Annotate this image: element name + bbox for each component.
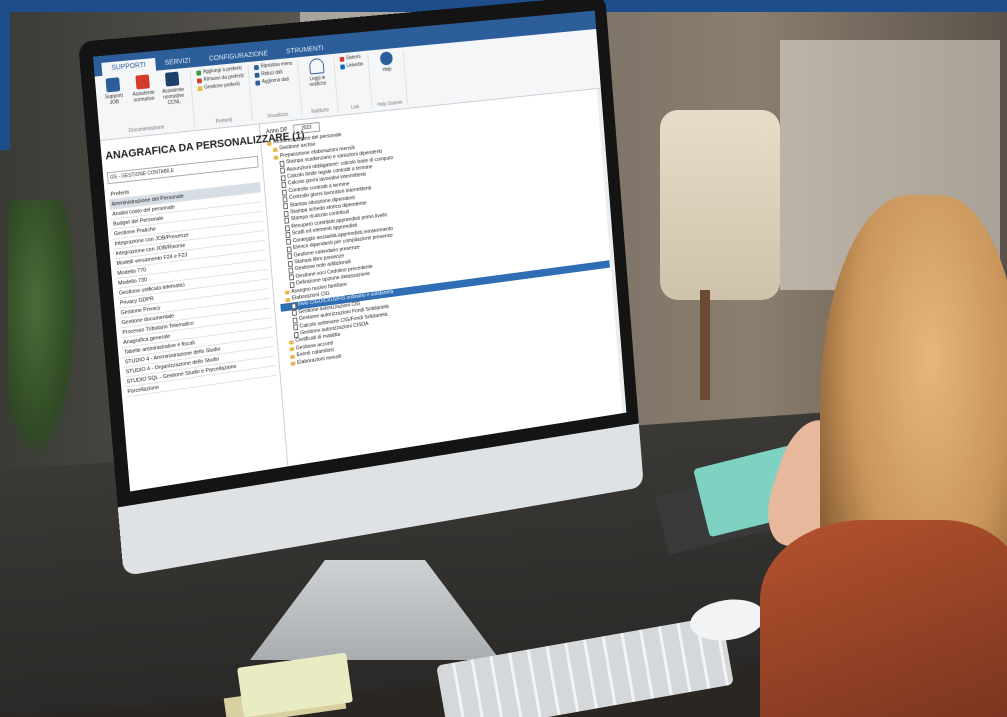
document-icon [283, 203, 289, 210]
group-label: Notifiche [311, 107, 330, 116]
assistente-ccnl-button[interactable]: Assistente normative CCNL [158, 71, 187, 107]
supporti-job-button[interactable]: Supporti JOB [99, 77, 129, 113]
document-icon [291, 303, 297, 310]
group-label: Preferiti [215, 117, 233, 125]
plus-icon [196, 69, 202, 76]
folder-icon [288, 340, 294, 345]
document-icon [280, 174, 286, 182]
document-icon [283, 210, 289, 217]
group-visualizza: Ripristina menu Riduci dati Aggiorna dat… [253, 60, 303, 121]
document-icon [279, 160, 285, 167]
group-label: Link [350, 104, 360, 111]
help-button[interactable]: Help [373, 51, 399, 74]
sistemi-logo-icon [339, 56, 345, 62]
pdf-icon [135, 74, 150, 90]
document-icon [282, 196, 288, 203]
refresh-data-button[interactable]: Aggiorna dati [255, 76, 294, 86]
function-tree: Amministrazione del personale Gestione ar… [266, 105, 615, 369]
document-icon [291, 310, 297, 317]
folder-icon [273, 155, 279, 160]
star-icon [197, 85, 203, 91]
document-icon [286, 239, 292, 246]
chair [660, 110, 780, 300]
folder-icon [284, 290, 290, 295]
monitor: SUPPORTI SERVIZI CONFIGURAZIONE STRUMENT… [78, 0, 655, 596]
help-icon [379, 51, 393, 66]
document-icon [292, 317, 298, 324]
document-icon [280, 167, 286, 175]
group-label: Help Sistemi [377, 99, 403, 109]
document-icon [286, 246, 292, 253]
year-label: Anno DF [265, 127, 288, 136]
folder-icon [290, 354, 295, 360]
book-icon [105, 77, 121, 93]
folder-icon [285, 297, 291, 303]
linkedin-link[interactable]: LinkedIn [339, 62, 364, 70]
refresh-icon [255, 79, 261, 86]
document-icon [293, 324, 299, 331]
left-panel: ANAGRAFICA DA PERSONALIZZARE (1) GS - GE… [100, 124, 305, 492]
group-help: Help Help Sistemi [373, 50, 408, 109]
document-icon [285, 231, 291, 239]
year-input[interactable]: 2023 [292, 121, 321, 135]
collapse-icon [254, 72, 260, 78]
assistente-normative-button[interactable]: Assistente normative [129, 74, 159, 110]
menu-icon [253, 64, 259, 70]
group-documentazione: Supporti JOB Assistente normative Assist… [98, 70, 196, 137]
group-notifiche: Leggi le notifiche Notifiche [303, 56, 339, 116]
group-preferiti: Aggiungi a preferiti Rimuovi da preferit… [196, 64, 254, 127]
sistemi-link[interactable]: Sistemi [339, 54, 363, 62]
folder-icon [272, 147, 278, 153]
folder-icon [266, 141, 272, 146]
person-sweater [760, 520, 1007, 717]
photo-scene: SUPPORTI SERVIZI CONFIGURAZIONE STRUMENT… [0, 0, 1007, 717]
right-panel: Anno DF 2023 Amministrazione del persona… [260, 88, 627, 473]
bell-icon [308, 57, 325, 75]
group-link: Sistemi LinkedIn Link [339, 53, 373, 112]
document-icon [281, 182, 287, 189]
notifications-button[interactable]: Leggi le notifiche [303, 57, 331, 88]
document-icon [164, 71, 180, 87]
procedure-menu: Preferiti Amministrazione del Personale An… [108, 173, 277, 398]
linkedin-icon [339, 63, 345, 70]
document-icon [287, 253, 293, 260]
document-icon [284, 224, 290, 232]
document-icon [289, 281, 295, 289]
document-icon [288, 274, 295, 281]
chair-leg [700, 290, 710, 400]
document-icon [281, 189, 287, 196]
document-icon [288, 267, 294, 274]
group-label: Visualizza [267, 111, 289, 120]
folder-icon [289, 347, 295, 352]
document-icon [287, 260, 293, 267]
app-window: SUPPORTI SERVIZI CONFIGURAZIONE STRUMENT… [92, 10, 627, 492]
plant [8, 200, 78, 460]
document-icon [284, 217, 290, 224]
left-blue-band [0, 0, 10, 150]
close-icon [196, 77, 202, 84]
folder-icon [290, 361, 296, 367]
